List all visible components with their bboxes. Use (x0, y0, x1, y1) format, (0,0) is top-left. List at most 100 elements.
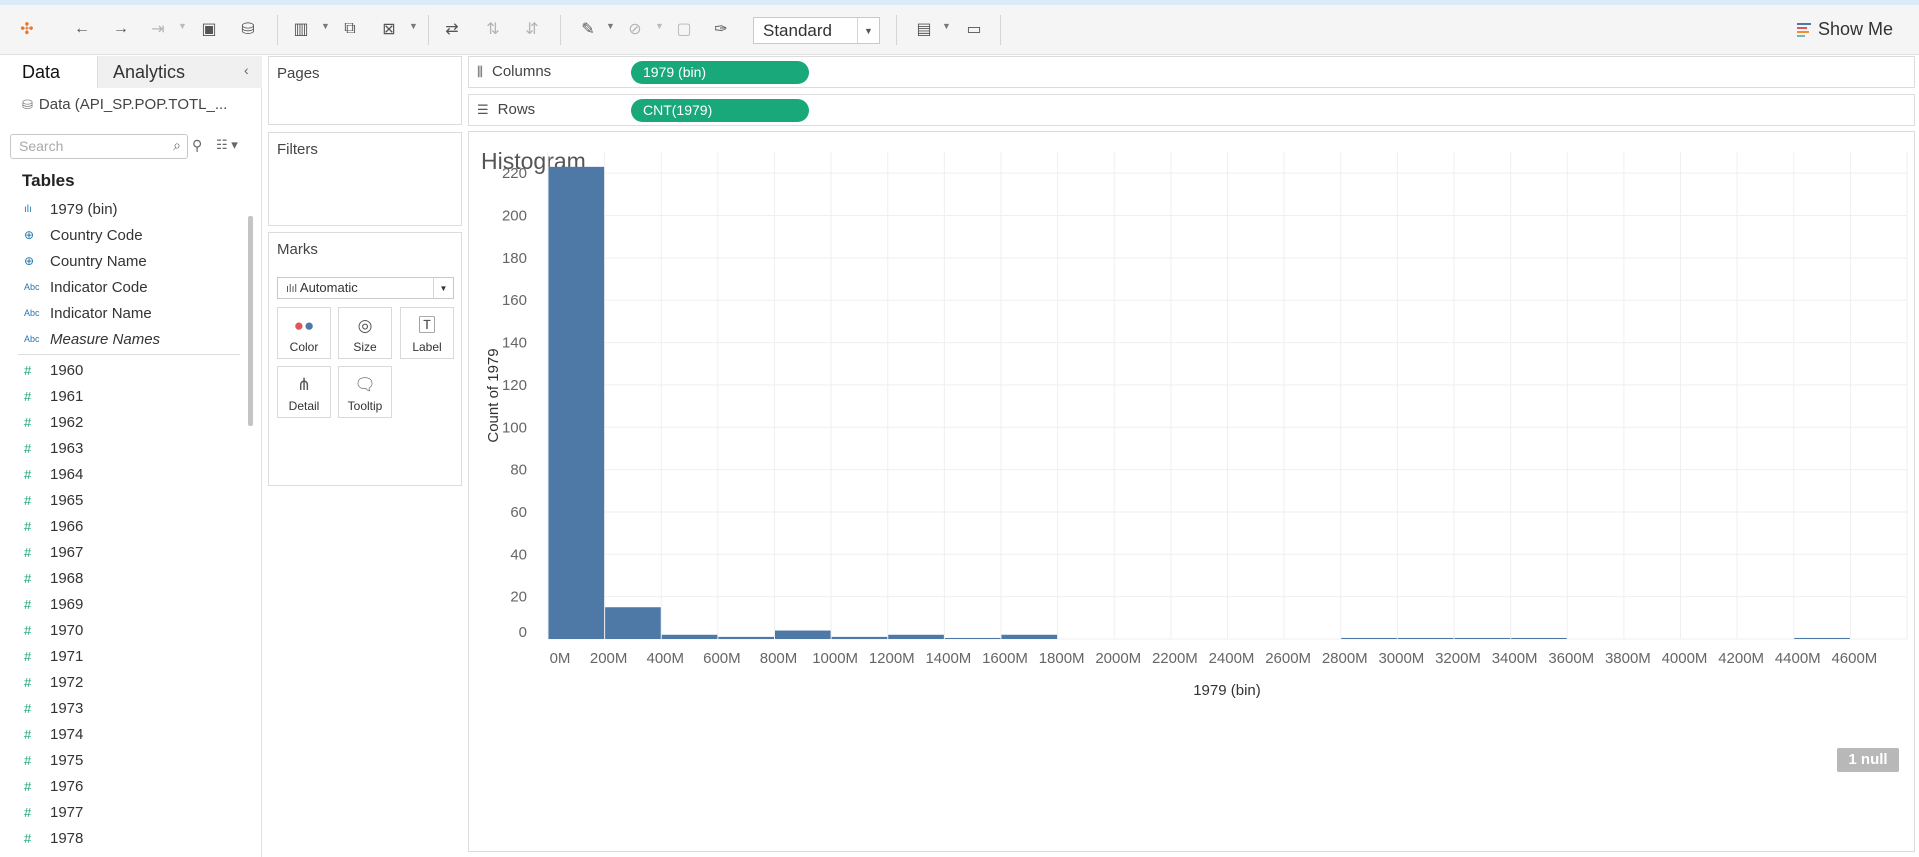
field-item[interactable]: #1969 (0, 591, 242, 617)
filter-icon[interactable]: ⚲ (192, 137, 202, 154)
x-tick-label: 4000M (1662, 650, 1708, 667)
undo-icon[interactable]: ← (70, 17, 94, 41)
field-label: Country Code (50, 226, 143, 244)
sort-ascending-icon[interactable]: ⇅ (481, 17, 505, 41)
field-item[interactable]: Abc Measure Names (0, 326, 242, 352)
show-me-button[interactable]: Show Me (1797, 19, 1893, 40)
show-hide-cards-icon[interactable]: ▤ (912, 17, 936, 41)
pin-icon[interactable]: ✑ (709, 17, 733, 41)
highlight-icon[interactable]: ✎ (576, 17, 600, 41)
field-item[interactable]: Abc Indicator Name (0, 300, 242, 326)
collapse-pane-icon[interactable]: ‹ (244, 62, 249, 78)
highlight-dropdown-icon[interactable]: ▼ (606, 21, 615, 31)
size-label: Size (353, 340, 377, 354)
tab-analytics[interactable]: Analytics (98, 56, 262, 88)
number-type-icon: # (24, 700, 32, 716)
clear-sheet-icon[interactable]: ⊠ (377, 17, 401, 41)
null-indicator-badge[interactable]: 1 null (1837, 748, 1899, 772)
bin-icon: ılı (24, 203, 32, 215)
duplicate-sheet-icon[interactable]: ⧉ (338, 17, 362, 41)
presentation-icon[interactable]: ▭ (962, 17, 986, 41)
label-icon[interactable]: ▢ (672, 17, 696, 41)
replay-dropdown-icon[interactable]: ▼ (178, 21, 187, 31)
field-label: 1968 (50, 569, 84, 587)
field-item[interactable]: #1960 (0, 357, 242, 383)
color-button[interactable]: ●● Color (277, 307, 331, 359)
field-item[interactable]: #1975 (0, 747, 242, 773)
field-label: 1967 (50, 543, 84, 561)
field-label: 1972 (50, 673, 84, 691)
field-item[interactable]: #1976 (0, 773, 242, 799)
field-item[interactable]: #1963 (0, 435, 242, 461)
field-item[interactable]: #1968 (0, 565, 242, 591)
field-item[interactable]: #1962 (0, 409, 242, 435)
columns-pill[interactable]: 1979 (bin) (631, 61, 809, 84)
tableau-logo-icon[interactable]: ✣ (15, 17, 39, 41)
scrollbar[interactable] (248, 216, 253, 426)
histogram-bar (1001, 634, 1058, 639)
new-worksheet-icon[interactable]: ▥ (289, 17, 313, 41)
replay-icon[interactable]: ⇥ (146, 17, 170, 41)
field-list: ılı 1979 (bin) ⊕ Country Code ⊕ Country Name A… (0, 196, 242, 851)
field-item[interactable]: ⊕ Country Name (0, 248, 242, 274)
group-dropdown-icon[interactable]: ▼ (655, 21, 664, 31)
x-tick-label: 3400M (1492, 650, 1538, 667)
field-item[interactable]: #1965 (0, 487, 242, 513)
field-item[interactable]: #1970 (0, 617, 242, 643)
clear-sheet-dropdown-icon[interactable]: ▼ (409, 21, 418, 31)
new-datasource-icon[interactable]: ⛁ (236, 17, 260, 41)
group-icon[interactable]: ⊘ (623, 17, 647, 41)
filters-card[interactable]: Filters (268, 132, 462, 226)
field-item[interactable]: ılı 1979 (bin) (0, 196, 242, 222)
field-item[interactable]: #1966 (0, 513, 242, 539)
pages-card[interactable]: Pages (268, 56, 462, 125)
field-item[interactable]: #1961 (0, 383, 242, 409)
search-input[interactable]: Search ⌕ (10, 134, 188, 159)
field-item[interactable]: #1964 (0, 461, 242, 487)
field-item[interactable]: ⊕ Country Code (0, 222, 242, 248)
swap-rows-columns-icon[interactable]: ⇄ (440, 17, 464, 41)
detail-button[interactable]: ⋔ Detail (277, 366, 331, 418)
save-icon[interactable]: ▣ (197, 17, 221, 41)
field-item[interactable]: #1972 (0, 669, 242, 695)
new-worksheet-dropdown-icon[interactable]: ▼ (321, 21, 330, 31)
view-options-icon[interactable]: ☷ ▾ (216, 137, 238, 153)
number-type-icon: # (24, 570, 32, 586)
field-item[interactable]: Abc Indicator Code (0, 274, 242, 300)
field-item[interactable]: #1978 (0, 825, 242, 851)
field-label: 1961 (50, 387, 84, 405)
field-item[interactable]: #1973 (0, 695, 242, 721)
sort-descending-icon[interactable]: ⇵ (520, 17, 544, 41)
field-item[interactable]: #1974 (0, 721, 242, 747)
size-button[interactable]: ◎ Size (338, 307, 392, 359)
chevron-down-icon: ▼ (433, 278, 453, 298)
number-type-icon: # (24, 544, 32, 560)
histogram-chart: 0204060801001201401601802002200M 200M 400M… (485, 152, 1908, 699)
field-label: 1977 (50, 803, 84, 821)
x-tick-label: 2400M (1209, 650, 1255, 667)
mark-type-select[interactable]: ılıl Automatic ▼ (277, 277, 454, 299)
histogram-bar (661, 634, 718, 639)
histogram-bar (1397, 637, 1454, 639)
datasource-item[interactable]: ⛁ Data (API_SP.POP.TOTL_... (22, 96, 227, 113)
columns-shelf[interactable]: ⫼ Columns 1979 (bin) (468, 56, 1915, 88)
rows-pill[interactable]: CNT(1979) (631, 99, 809, 122)
marks-card-title: Marks (277, 241, 318, 258)
label-button[interactable]: 🅃 Label (400, 307, 454, 359)
field-item[interactable]: #1971 (0, 643, 242, 669)
tab-data[interactable]: Data (0, 56, 98, 88)
chevron-down-icon: ▼ (857, 18, 879, 43)
toolbar: ✣ ← → ⇥ ▼ ▣ ⛁ ▥ ▼ ⧉ ⊠ ▼ ⇄ ⇅ ⇵ ✎ ▼ ⊘ ▼ ▢ … (0, 5, 1919, 55)
field-item[interactable]: #1977 (0, 799, 242, 825)
tooltip-button[interactable]: 🗨 Tooltip (338, 366, 392, 418)
rows-shelf[interactable]: ☰ Rows CNT(1979) (468, 94, 1915, 126)
field-item[interactable]: #1967 (0, 539, 242, 565)
histogram-bar (1454, 637, 1511, 639)
fit-select[interactable]: Standard ▼ (753, 17, 880, 44)
columns-icon: ⫼ (477, 63, 483, 79)
field-label: Country Name (50, 252, 147, 270)
redo-icon[interactable]: → (109, 17, 133, 41)
toolbar-separator (896, 15, 897, 45)
y-tick-label: 140 (502, 335, 527, 352)
show-hide-cards-dropdown-icon[interactable]: ▼ (942, 21, 951, 31)
